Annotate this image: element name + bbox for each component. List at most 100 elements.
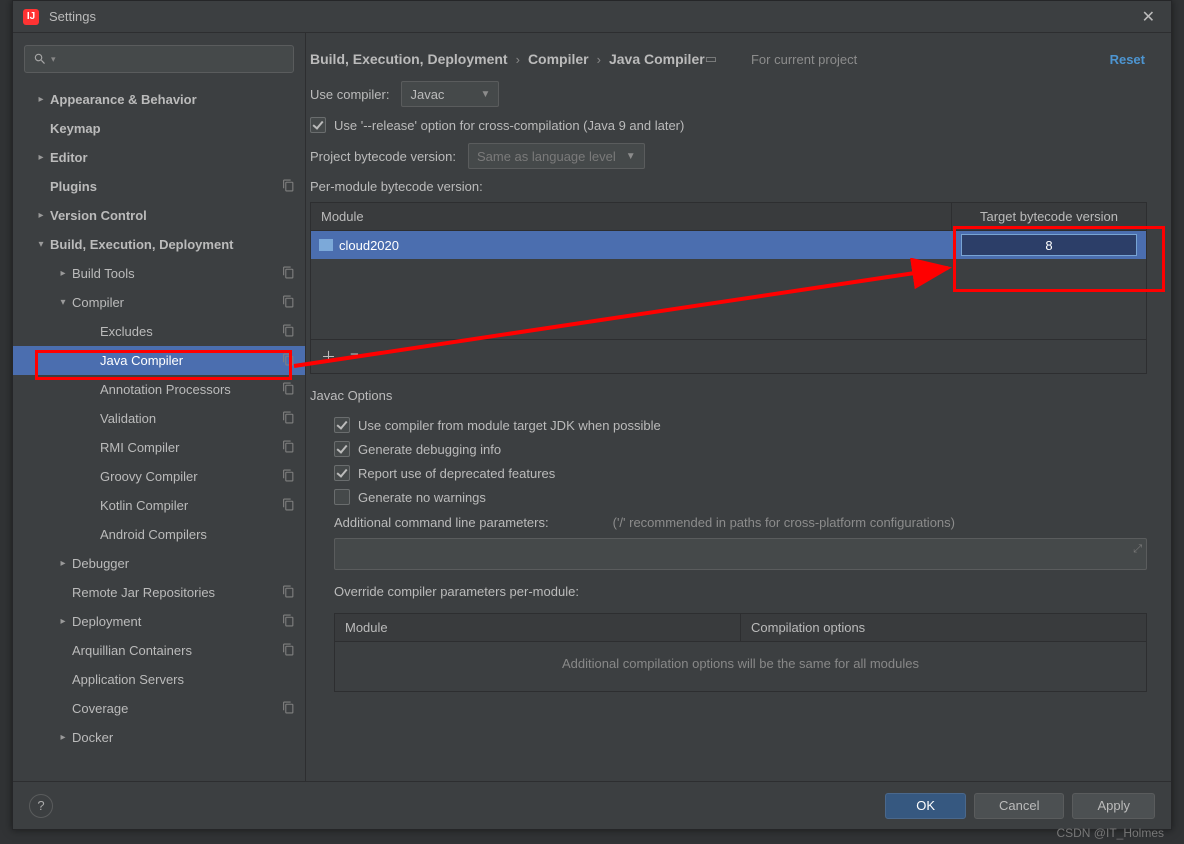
sidebar-item-validation[interactable]: Validation (13, 404, 305, 433)
table-header-module: Module (311, 203, 952, 230)
settings-window: IJ Settings ✕ ▾ ▸Appearance & BehaviorKe… (12, 0, 1172, 830)
sidebar-item-build-tools[interactable]: ▸Build Tools (13, 259, 305, 288)
scope-icon: ▭ (705, 51, 717, 67)
chevron-right-icon: ▸ (57, 616, 69, 627)
close-icon[interactable]: ✕ (1136, 7, 1161, 27)
option-checkbox[interactable] (334, 417, 350, 433)
option-label: Generate debugging info (358, 442, 501, 457)
sidebar-item-version-control[interactable]: ▸Version Control (13, 201, 305, 230)
scope-label: For current project (751, 52, 857, 67)
sidebar-item-compiler[interactable]: ▾Compiler (13, 288, 305, 317)
chevron-down-icon: ▼ (480, 89, 490, 100)
sidebar-item-groovy-compiler[interactable]: Groovy Compiler (13, 462, 305, 491)
add-button[interactable]: ＋ (321, 346, 336, 367)
option-checkbox[interactable] (334, 441, 350, 457)
copy-icon (282, 411, 295, 427)
copy-icon (282, 643, 295, 659)
settings-main-panel: Build, Execution, Deployment › Compiler … (306, 33, 1171, 781)
project-bytecode-label: Project bytecode version: (310, 149, 456, 164)
additional-params-input[interactable]: ⤢ (334, 538, 1147, 570)
option-label: Use compiler from module target JDK when… (358, 418, 661, 433)
copy-icon (282, 295, 295, 311)
chevron-right-icon: ▸ (35, 210, 47, 221)
override-header-module: Module (335, 614, 741, 641)
copy-icon (282, 353, 295, 369)
ok-button[interactable]: OK (885, 793, 966, 819)
sidebar-item-plugins[interactable]: Plugins (13, 172, 305, 201)
cancel-button[interactable]: Cancel (974, 793, 1064, 819)
copy-icon (282, 701, 295, 717)
window-title: Settings (49, 9, 1136, 24)
folder-icon (319, 239, 333, 251)
copy-icon (282, 498, 295, 514)
option-label: Generate no warnings (358, 490, 486, 505)
sidebar-item-docker[interactable]: ▸Docker (13, 723, 305, 752)
sidebar-item-kotlin-compiler[interactable]: Kotlin Compiler (13, 491, 305, 520)
option-checkbox[interactable] (334, 489, 350, 505)
per-module-label: Per-module bytecode version: (310, 179, 1151, 194)
sidebar-item-rmi-compiler[interactable]: RMI Compiler (13, 433, 305, 462)
chevron-down-icon: ▾ (35, 239, 47, 250)
copy-icon (282, 614, 295, 630)
override-header-opts: Compilation options (741, 614, 1146, 641)
per-module-table: Module Target bytecode version cloud2020… (310, 202, 1147, 374)
project-bytecode-select[interactable]: Same as language level ▼ (468, 143, 645, 169)
target-bytecode-cell[interactable]: 8 (961, 234, 1137, 256)
copy-icon (282, 266, 295, 282)
override-empty-text: Additional compilation options will be t… (335, 642, 1146, 691)
dialog-footer: ? OK Cancel Apply (13, 781, 1171, 829)
sidebar-item-deployment[interactable]: ▸Deployment (13, 607, 305, 636)
override-label: Override compiler parameters per-module: (334, 584, 579, 599)
apply-button[interactable]: Apply (1072, 793, 1155, 819)
sidebar-item-editor[interactable]: ▸Editor (13, 143, 305, 172)
sidebar-item-coverage[interactable]: Coverage (13, 694, 305, 723)
copy-icon (282, 382, 295, 398)
help-button[interactable]: ? (29, 794, 53, 818)
search-dropdown-icon[interactable]: ▾ (51, 54, 56, 65)
settings-sidebar: ▾ ▸Appearance & BehaviorKeymap▸EditorPlu… (13, 33, 306, 781)
table-row[interactable]: cloud2020 8 (311, 231, 1146, 259)
chevron-down-icon: ▼ (626, 151, 636, 162)
sidebar-item-keymap[interactable]: Keymap (13, 114, 305, 143)
sidebar-item-debugger[interactable]: ▸Debugger (13, 549, 305, 578)
titlebar: IJ Settings ✕ (13, 1, 1171, 33)
reset-link[interactable]: Reset (1110, 52, 1145, 67)
compiler-select[interactable]: Javac ▼ (401, 81, 499, 107)
sidebar-item-remote-jar-repositories[interactable]: Remote Jar Repositories (13, 578, 305, 607)
use-compiler-label: Use compiler: (310, 87, 389, 102)
release-option-checkbox[interactable] (310, 117, 326, 133)
sidebar-item-appearance-behavior[interactable]: ▸Appearance & Behavior (13, 85, 305, 114)
watermark: CSDN @IT_Holmes (1056, 826, 1164, 840)
copy-icon (282, 324, 295, 340)
sidebar-item-build-execution-deployment[interactable]: ▾Build, Execution, Deployment (13, 230, 305, 259)
copy-icon (282, 179, 295, 195)
javac-options-title: Javac Options (310, 388, 1151, 403)
table-header-target: Target bytecode version (952, 203, 1146, 230)
sidebar-item-arquillian-containers[interactable]: Arquillian Containers (13, 636, 305, 665)
additional-params-label: Additional command line parameters: (334, 515, 549, 530)
search-input[interactable]: ▾ (24, 45, 294, 73)
sidebar-item-android-compilers[interactable]: Android Compilers (13, 520, 305, 549)
sidebar-item-excludes[interactable]: Excludes (13, 317, 305, 346)
copy-icon (282, 585, 295, 601)
app-logo-icon: IJ (23, 9, 39, 25)
copy-icon (282, 469, 295, 485)
chevron-down-icon: ▾ (57, 297, 69, 308)
search-icon (33, 52, 47, 66)
override-table: Module Compilation options Additional co… (334, 613, 1147, 692)
breadcrumb: Build, Execution, Deployment › Compiler … (306, 51, 1151, 67)
additional-params-hint: ('/' recommended in paths for cross-plat… (613, 515, 955, 530)
remove-button[interactable]: − (350, 346, 359, 367)
chevron-right-icon: ▸ (35, 94, 47, 105)
copy-icon (282, 440, 295, 456)
sidebar-item-annotation-processors[interactable]: Annotation Processors (13, 375, 305, 404)
option-label: Report use of deprecated features (358, 466, 555, 481)
settings-tree[interactable]: ▸Appearance & BehaviorKeymap▸EditorPlugi… (13, 85, 305, 781)
chevron-right-icon: ▸ (57, 268, 69, 279)
chevron-right-icon: ▸ (57, 558, 69, 569)
sidebar-item-java-compiler[interactable]: Java Compiler (13, 346, 305, 375)
expand-icon[interactable]: ⤢ (1133, 543, 1142, 556)
option-checkbox[interactable] (334, 465, 350, 481)
sidebar-item-application-servers[interactable]: Application Servers (13, 665, 305, 694)
release-option-label: Use '--release' option for cross-compila… (334, 118, 684, 133)
